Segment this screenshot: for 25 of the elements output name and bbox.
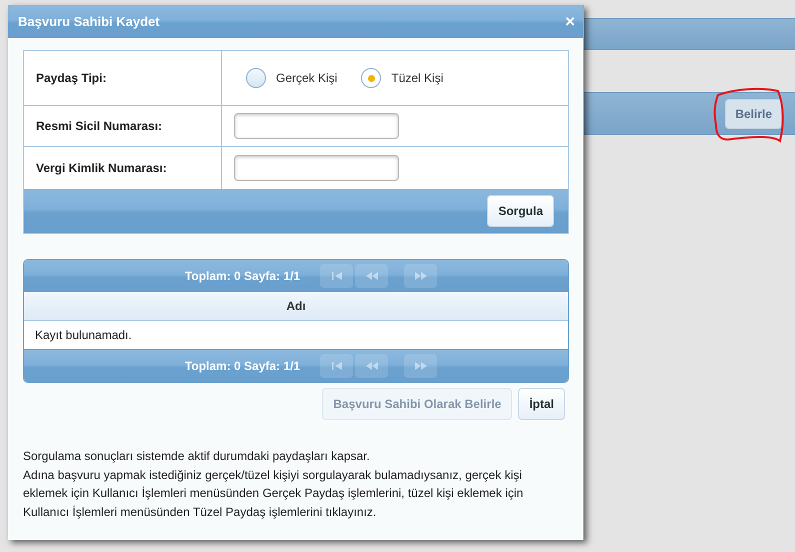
column-header: Adı [24, 292, 568, 321]
previous-icon [364, 362, 379, 370]
first-icon [330, 362, 343, 370]
info-text: Sorgulama sonuçları sistemde aktif durumdaki paydaşları kapsar. [23, 448, 371, 465]
close-button[interactable]: × [565, 12, 575, 32]
radio-label: Tüzel Kişi [391, 71, 444, 85]
next-icon [414, 272, 428, 280]
radio-button[interactable] [361, 68, 382, 88]
field-label: Paydaş Tipi: [24, 51, 222, 106]
first-icon [330, 272, 343, 280]
next-icon [414, 362, 428, 370]
radio-label: Gerçek Kişi [276, 71, 338, 85]
cancel-button[interactable]: İptal [518, 388, 565, 420]
search-button[interactable]: Sorgula [487, 195, 554, 227]
input-field[interactable] [234, 155, 399, 181]
previous-icon [364, 272, 379, 280]
field-label: Resmi Sicil Numarası: [24, 106, 222, 147]
page-info: Toplam: 0 Sayfa: 1/1 [184, 269, 300, 283]
input-field[interactable] [234, 113, 399, 139]
belirle-button[interactable]: Belirle [725, 98, 782, 128]
dialog-title: Başvuru Sahibi Kaydet [18, 14, 160, 29]
radio-button[interactable] [246, 68, 266, 88]
info-text: Adına başvuru yapmak istediğiniz gerçek/tüzel kişiyi sorgulayarak bulamadıysanız, gerçek kişi eklemek için Kullanıcı İşlemleri menüsünden Gerçek Paydaş işlemlerini, tüzel kişi eklemek için Kullanıcı İşlemleri menüsünden Tüzel Paydaş işlemlerini tıklayınız. [23, 466, 524, 520]
page-info: Toplam: 0 Sayfa: 1/1 [184, 359, 300, 373]
empty-message: Kayıt bulunamadı. [24, 321, 568, 350]
